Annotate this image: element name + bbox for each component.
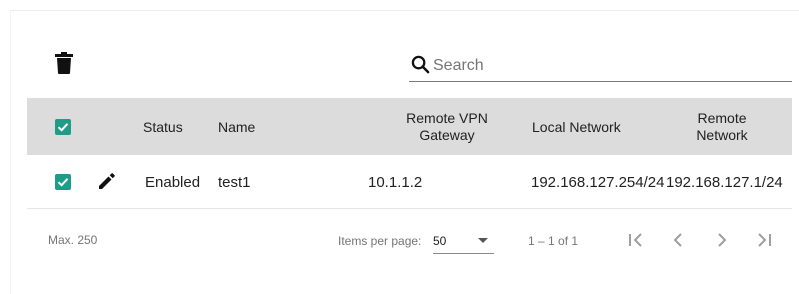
dropdown-arrow-icon bbox=[478, 238, 488, 243]
first-page-button[interactable] bbox=[625, 228, 649, 252]
items-per-page-value: 50 bbox=[433, 234, 447, 248]
pencil-icon bbox=[99, 173, 115, 189]
column-header-status[interactable]: Status bbox=[143, 119, 183, 136]
column-header-name[interactable]: Name bbox=[218, 119, 255, 136]
checkmark-icon bbox=[57, 178, 69, 187]
first-page-icon bbox=[629, 233, 642, 247]
column-header-remote-network-line2: Network bbox=[696, 127, 748, 143]
column-header-local-network[interactable]: Local Network bbox=[532, 119, 621, 136]
search-field[interactable] bbox=[409, 52, 792, 82]
next-page-button[interactable] bbox=[709, 228, 733, 252]
edit-button[interactable] bbox=[97, 171, 117, 191]
items-per-page-label: Items per page: bbox=[338, 234, 422, 248]
items-per-page-select[interactable]: 50 bbox=[433, 228, 494, 254]
cell-status: Enabled bbox=[145, 174, 201, 191]
chevron-right-icon bbox=[718, 233, 727, 247]
cell-name: test1 bbox=[218, 174, 251, 191]
chevron-left-icon bbox=[673, 233, 682, 247]
cell-remote-vpn-gateway: 10.1.1.2 bbox=[368, 174, 423, 191]
table-header: Status Name Remote VPN Gateway Local Net… bbox=[27, 98, 792, 155]
column-header-remote-vpn-gateway-line2: Gateway bbox=[419, 127, 475, 143]
cell-remote-network: 192.168.127.1/24 bbox=[666, 174, 783, 191]
search-input[interactable] bbox=[433, 52, 783, 80]
max-entries-label: Max. 250 bbox=[48, 233, 98, 247]
last-page-button[interactable] bbox=[751, 228, 775, 252]
column-header-remote-vpn-gateway[interactable]: Remote VPN Gateway bbox=[397, 110, 497, 144]
delete-button[interactable] bbox=[55, 52, 73, 74]
previous-page-button[interactable] bbox=[667, 228, 691, 252]
checkmark-icon bbox=[57, 123, 69, 132]
table-row[interactable]: Enabled test1 10.1.1.2 192.168.127.254/2… bbox=[27, 155, 792, 209]
row-checkbox[interactable] bbox=[55, 174, 71, 190]
last-page-icon bbox=[758, 233, 771, 247]
search-icon bbox=[411, 55, 430, 74]
column-header-remote-network-line1: Remote bbox=[697, 110, 747, 126]
trash-icon bbox=[55, 52, 73, 74]
pagination-range-label: 1 – 1 of 1 bbox=[528, 234, 579, 248]
column-header-remote-network[interactable]: Remote Network bbox=[687, 110, 757, 144]
select-all-checkbox[interactable] bbox=[55, 119, 71, 135]
column-header-remote-vpn-gateway-line1: Remote VPN bbox=[406, 110, 488, 126]
cell-local-network: 192.168.127.254/24 bbox=[531, 174, 665, 191]
